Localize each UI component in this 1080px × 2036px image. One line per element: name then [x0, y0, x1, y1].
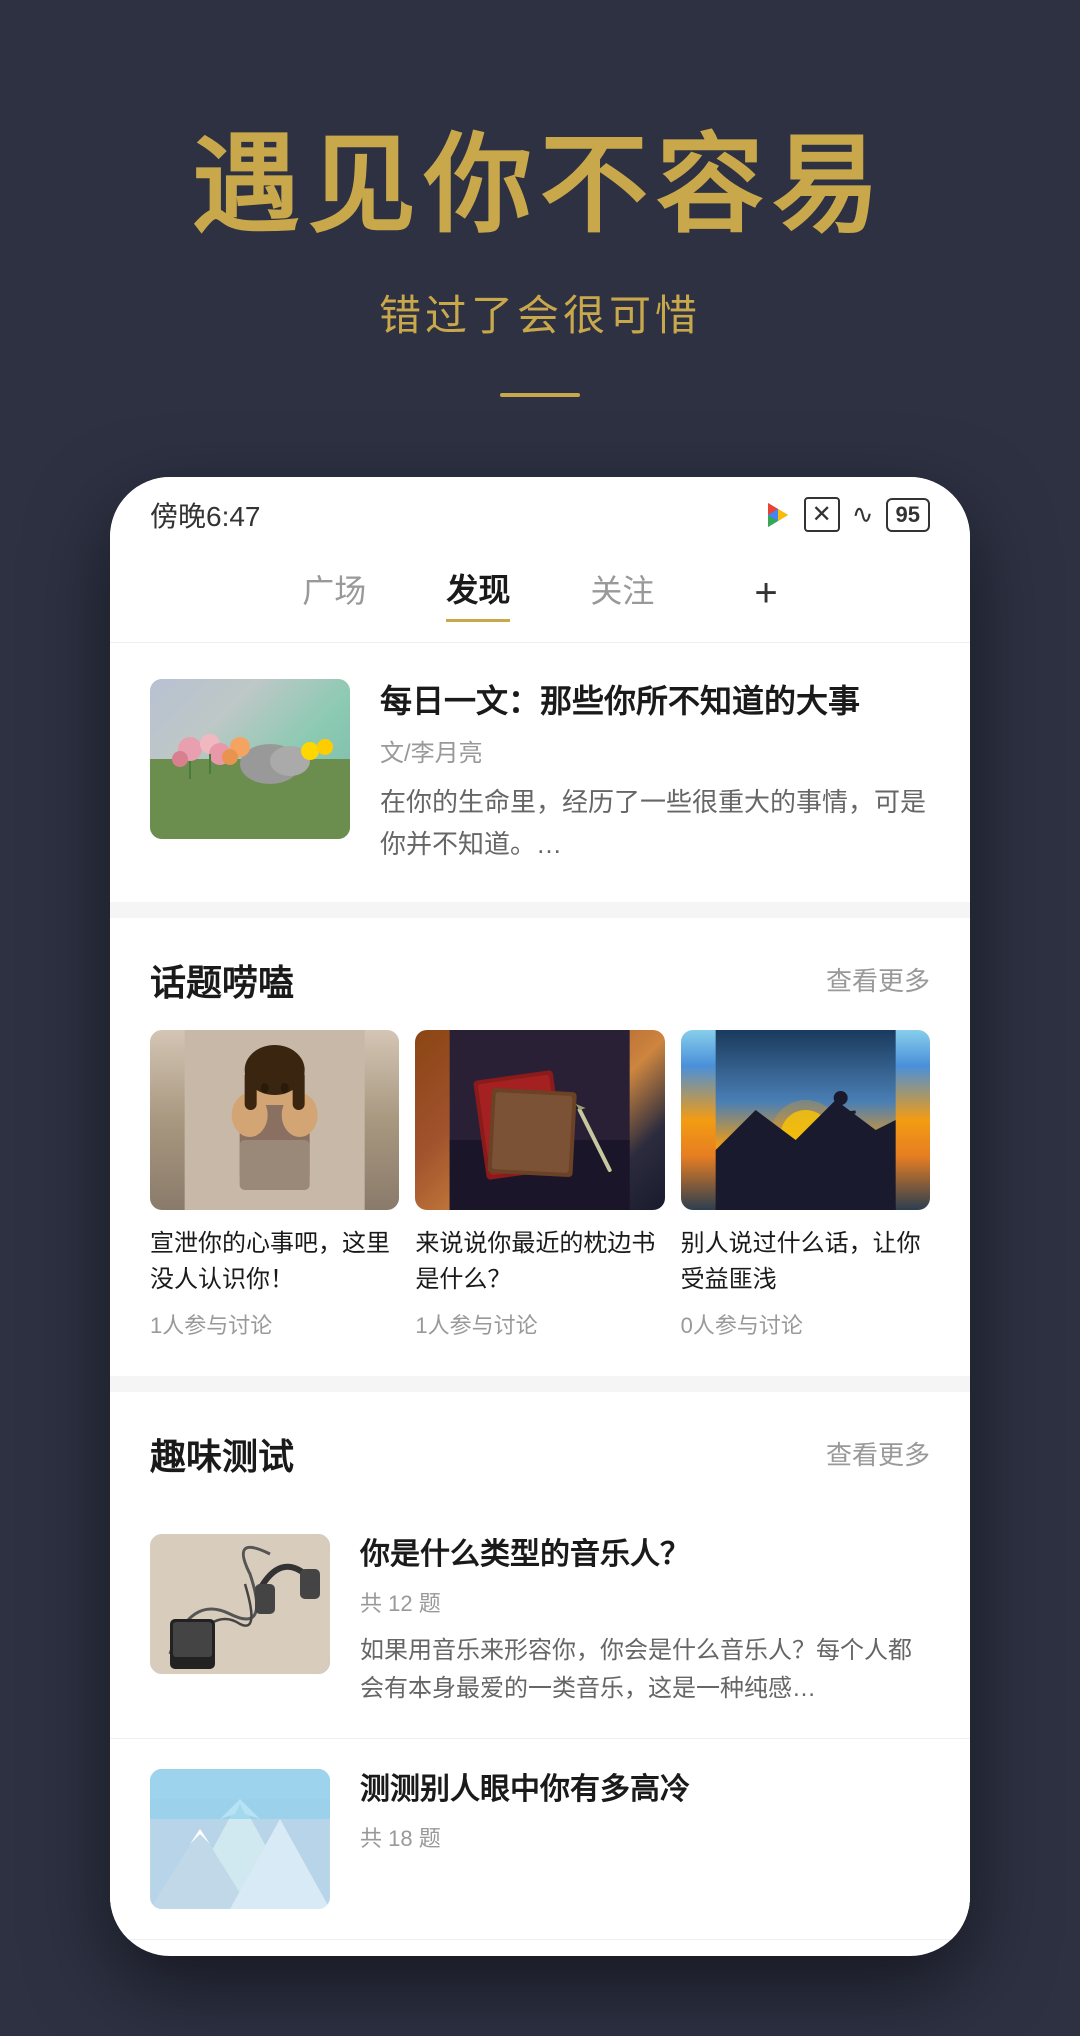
quiz-section-header: 趣味测试 查看更多: [110, 1392, 970, 1504]
quiz-image-0: [150, 1534, 330, 1674]
topic-img-girl: [150, 1030, 399, 1210]
books-svg: [415, 1030, 664, 1210]
topic-count-1: 1人参与讨论: [415, 1308, 664, 1340]
topic-image-1: [415, 1030, 664, 1210]
article-card[interactable]: 每日一文：那些你所不知道的大事 文/李月亮 在你的生命里，经历了一些很重大的事情…: [110, 643, 970, 902]
quiz-title: 趣味测试: [150, 1428, 294, 1480]
tab-guangchang[interactable]: 广场: [302, 566, 366, 620]
quiz-card-1[interactable]: 测测别人眼中你有多高冷 共 18 题: [110, 1739, 970, 1940]
headphones-svg: [150, 1534, 330, 1674]
topic-count-2: 0人参与讨论: [681, 1308, 930, 1340]
topic-count-0: 1人参与讨论: [150, 1308, 399, 1340]
quiz-section: 趣味测试 查看更多: [110, 1392, 970, 1941]
status-bar: 傍晚6:47 ✕ ∿ 95: [110, 477, 970, 545]
status-time: 傍晚6:47: [150, 495, 261, 535]
topic-image-0: [150, 1030, 399, 1210]
status-icons: ✕ ∿ 95: [760, 497, 930, 532]
tab-add-button[interactable]: +: [754, 571, 777, 616]
quiz-count-0: 共 12 题: [360, 1586, 930, 1618]
flower-svg: [150, 679, 350, 839]
topics-section-header: 话题唠嗑 查看更多: [110, 918, 970, 1030]
quiz-text-1: 测测别人眼中你有多高冷 共 18 题: [360, 1769, 930, 1909]
topic-item-0[interactable]: 宣泄你的心事吧，这里没人认识你！ 1人参与讨论: [150, 1030, 399, 1340]
article-image: [150, 679, 350, 839]
article-excerpt: 在你的生命里，经历了一些很重大的事情，可是你并不知道。…: [380, 782, 930, 865]
quiz-title-0: 你是什么类型的音乐人？: [360, 1534, 930, 1576]
quiz-excerpt-0: 如果用音乐来形容你，你会是什么音乐人？每个人都会有本身最爱的一类音乐，这是一种纯…: [360, 1632, 930, 1709]
article-author: 文/李月亮: [380, 733, 930, 768]
tab-faxian[interactable]: 发现: [446, 565, 510, 622]
tab-guanzhu[interactable]: 关注: [590, 566, 654, 620]
girl-svg: [150, 1030, 399, 1210]
app-icon: [760, 499, 792, 531]
topic-caption-1: 来说说你最近的枕边书是什么？: [415, 1226, 664, 1298]
article-image-flowers: [150, 679, 350, 839]
topics-more[interactable]: 查看更多: [826, 961, 930, 998]
article-text: 每日一文：那些你所不知道的大事 文/李月亮 在你的生命里，经历了一些很重大的事情…: [380, 679, 930, 866]
topic-grid: 宣泄你的心事吧，这里没人认识你！ 1人参与讨论: [110, 1030, 970, 1376]
mountain-svg: [150, 1769, 330, 1909]
content-area: 每日一文：那些你所不知道的大事 文/李月亮 在你的生命里，经历了一些很重大的事情…: [110, 643, 970, 1941]
quiz-img-headphones: [150, 1534, 330, 1674]
hero-title: 遇见你不容易: [192, 120, 888, 250]
article-title: 每日一文：那些你所不知道的大事: [380, 679, 930, 724]
topic-image-2: [681, 1030, 930, 1210]
topics-title: 话题唠嗑: [150, 954, 294, 1006]
hero-divider: [500, 393, 580, 397]
phone-mockup: 傍晚6:47 ✕ ∿ 95 广场 发现 关注 +: [110, 477, 970, 1957]
hero-subtitle: 错过了会很可惜: [379, 282, 701, 343]
topic-img-books: [415, 1030, 664, 1210]
quiz-more[interactable]: 查看更多: [826, 1435, 930, 1472]
quiz-image-1: [150, 1769, 330, 1909]
topic-img-sunset: [681, 1030, 930, 1210]
topic-caption-2: 别人说过什么话，让你受益匪浅: [681, 1226, 930, 1298]
wifi-icon: ∿: [852, 499, 874, 530]
topic-item-2[interactable]: 别人说过什么话，让你受益匪浅 0人参与讨论: [681, 1030, 930, 1340]
hero-section: 遇见你不容易 错过了会很可惜: [0, 0, 1080, 477]
quiz-card-0[interactable]: 你是什么类型的音乐人？ 共 12 题 如果用音乐来形容你，你会是什么音乐人？每个…: [110, 1504, 970, 1740]
quiz-img-mountain: [150, 1769, 330, 1909]
quiz-text-0: 你是什么类型的音乐人？ 共 12 题 如果用音乐来形容你，你会是什么音乐人？每个…: [360, 1534, 930, 1709]
topic-caption-0: 宣泄你的心事吧，这里没人认识你！: [150, 1226, 399, 1298]
tab-bar: 广场 发现 关注 +: [110, 545, 970, 643]
battery-x-icon: ✕: [804, 497, 840, 532]
topic-item-1[interactable]: 来说说你最近的枕边书是什么？ 1人参与讨论: [415, 1030, 664, 1340]
battery-level: 95: [886, 498, 930, 532]
quiz-title-1: 测测别人眼中你有多高冷: [360, 1769, 930, 1811]
sunset-svg: [681, 1030, 930, 1210]
quiz-count-1: 共 18 题: [360, 1821, 930, 1853]
phone-wrapper: 傍晚6:47 ✕ ∿ 95 广场 发现 关注 +: [0, 477, 1080, 2036]
